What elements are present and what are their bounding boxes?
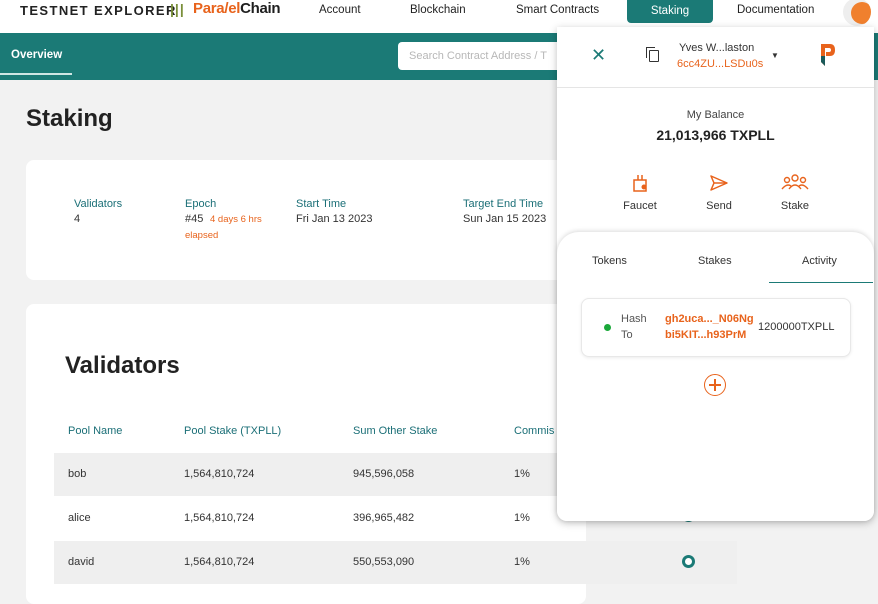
col-commission[interactable]: Commis	[514, 425, 554, 437]
tx-hash-link[interactable]: gh2uca..._N06Ng	[665, 313, 754, 325]
page-title: Staking	[26, 105, 113, 132]
table-row[interactable]: david 1,564,810,724 550,553,090 1%	[54, 541, 737, 584]
end-time-label: Target End Time	[463, 198, 544, 210]
user-avatar[interactable]	[843, 0, 871, 26]
brand-title[interactable]: TESTNET EXPLORER	[20, 3, 177, 18]
logo-text-2: /el	[224, 0, 241, 17]
tab-overview[interactable]: Overview	[11, 49, 62, 61]
col-pool-stake[interactable]: Pool Stake (TXPLL)	[184, 425, 281, 437]
wallet-tabs-panel: Tokens Stakes Activity Hash To gh2uca...…	[557, 232, 874, 521]
sum-other-stake: 945,596,058	[353, 468, 415, 480]
send-icon	[710, 175, 728, 191]
epoch-label: Epoch	[185, 198, 217, 210]
activity-item[interactable]: Hash To gh2uca..._N06Ng bi5KIT...h93PrM …	[581, 298, 851, 357]
brand-separator: |||	[170, 1, 185, 17]
search-input[interactable]: Search Contract Address / T	[398, 42, 578, 70]
active-tab-indicator	[769, 282, 873, 283]
faucet-label: Faucet	[623, 200, 657, 212]
pool-stake: 1,564,810,724	[184, 468, 255, 480]
col-sum-other-stake[interactable]: Sum Other Stake	[353, 425, 437, 437]
parallelchain-logo[interactable]: Para/elChain	[193, 0, 281, 17]
commission: 1%	[514, 468, 530, 480]
nav-account[interactable]: Account	[319, 4, 361, 16]
validators-count: 4	[74, 213, 81, 225]
end-time-value: Sun Jan 15 2023	[463, 213, 547, 225]
wallet-user-name: Yves W...laston	[679, 42, 755, 54]
pool-stake: 1,564,810,724	[184, 556, 255, 568]
col-pool-name[interactable]: Pool Name	[68, 425, 122, 437]
wallet-address[interactable]: 6cc4ZU...LSDu0s	[677, 58, 763, 70]
stake-button[interactable]: Stake	[765, 172, 825, 212]
tab-active-indicator	[0, 73, 72, 75]
epoch-elapsed-1: 4 days 6 hrs	[210, 214, 262, 225]
pool-name: david	[68, 556, 95, 568]
stake-label: Stake	[780, 200, 810, 212]
hash-label: Hash	[621, 313, 647, 325]
faucet-button[interactable]: Faucet	[610, 172, 670, 212]
tab-activity[interactable]: Activity	[802, 255, 837, 267]
faucet-icon	[633, 175, 647, 192]
pool-name: alice	[68, 512, 91, 524]
nav-documentation[interactable]: Documentation	[737, 4, 814, 16]
parallelchain-wallet-logo-icon	[821, 44, 835, 66]
send-label: Send	[706, 200, 732, 212]
tab-tokens[interactable]: Tokens	[592, 255, 627, 267]
commission: 1%	[514, 512, 530, 524]
nav-blockchain[interactable]: Blockchain	[410, 4, 466, 16]
epoch-value: #45	[185, 213, 204, 225]
validators-title: Validators	[65, 352, 180, 379]
tx-amount: 1200000TXPLL	[758, 321, 835, 333]
balance-value: 21,013,966 TXPLL	[656, 127, 775, 143]
tab-stakes[interactable]: Stakes	[698, 255, 732, 267]
close-icon[interactable]: ✕	[591, 45, 606, 66]
tx-recipient-link[interactable]: bi5KIT...h93PrM	[665, 329, 746, 341]
add-circle-icon[interactable]	[704, 374, 726, 396]
avatar-shape	[851, 2, 871, 24]
nav-staking[interactable]: Staking	[627, 0, 713, 23]
sum-other-stake: 550,553,090	[353, 556, 415, 568]
epoch-stats-card: Validators 4 Epoch #45 4 days 6 hrs elap…	[26, 160, 586, 280]
stake-users-icon	[781, 174, 809, 190]
start-time-value: Fri Jan 13 2023	[296, 213, 373, 225]
send-button[interactable]: Send	[689, 172, 749, 212]
epoch-elapsed-2: elapsed	[185, 230, 219, 241]
copy-icon[interactable]	[646, 47, 659, 62]
search-placeholder: Search Contract Address / T	[409, 50, 547, 62]
wallet-popup: ✕ Yves W...laston 6cc4ZU...LSDu0s ▼ My B…	[557, 27, 874, 521]
status-dot	[604, 324, 611, 331]
pool-name: bob	[68, 468, 87, 480]
logo-text-3: Chain	[240, 0, 281, 17]
to-label: To	[621, 329, 633, 341]
chevron-down-icon[interactable]: ▼	[771, 51, 779, 60]
start-time-label: Start Time	[296, 198, 347, 210]
header-divider	[557, 87, 874, 88]
sum-other-stake: 396,965,482	[353, 512, 415, 524]
validators-label: Validators	[74, 198, 123, 210]
stake-pool-icon[interactable]	[682, 555, 695, 568]
nav-smart-contracts[interactable]: Smart Contracts	[516, 4, 599, 16]
balance-label: My Balance	[686, 109, 745, 121]
pool-stake: 1,564,810,724	[184, 512, 255, 524]
commission: 1%	[514, 556, 530, 568]
logo-text-1: Para	[193, 0, 225, 17]
